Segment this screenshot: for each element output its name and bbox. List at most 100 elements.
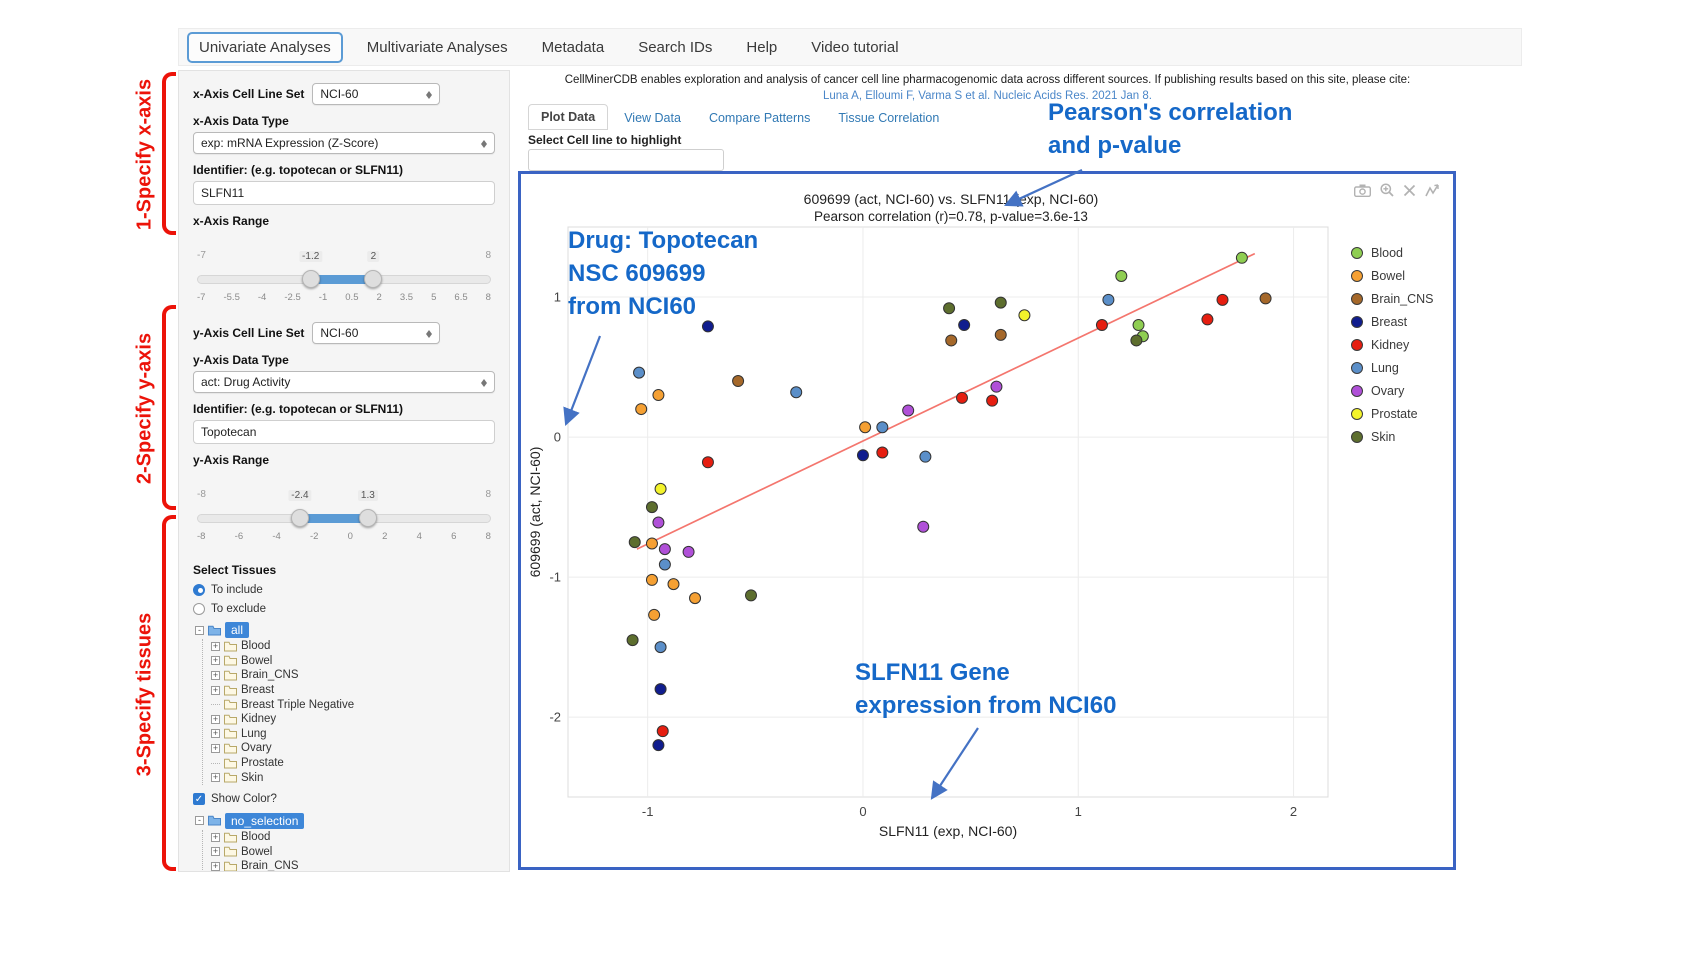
- data-point-ovary[interactable]: [991, 381, 1002, 392]
- y-identifier-input[interactable]: [193, 420, 495, 444]
- data-point-breast[interactable]: [655, 684, 666, 695]
- expand-icon[interactable]: +: [211, 847, 220, 856]
- collapse-icon[interactable]: -: [195, 816, 204, 825]
- expand-icon[interactable]: +: [211, 642, 220, 651]
- expand-icon[interactable]: +: [211, 656, 220, 665]
- nav-item-search-ids[interactable]: Search IDs: [628, 34, 722, 61]
- data-point-lung[interactable]: [659, 559, 670, 570]
- nav-item-video-tutorial[interactable]: Video tutorial: [801, 34, 908, 61]
- data-point-skin[interactable]: [746, 590, 757, 601]
- tab-compare-patterns[interactable]: Compare Patterns: [697, 106, 822, 130]
- x-data-type-select[interactable]: exp: mRNA Expression (Z-Score): [193, 132, 495, 154]
- data-point-bowel[interactable]: [668, 579, 679, 590]
- data-point-bowel[interactable]: [653, 390, 664, 401]
- data-point-brain-cns[interactable]: [1260, 293, 1271, 304]
- data-point-bowel[interactable]: [636, 404, 647, 415]
- x-identifier-input[interactable]: [193, 181, 495, 205]
- y-axis-range-slider[interactable]: -88-2.41.3-8-6-4-202468: [197, 489, 491, 549]
- data-point-ovary[interactable]: [903, 405, 914, 416]
- data-point-lung[interactable]: [655, 642, 666, 653]
- nav-item-univariate-analyses[interactable]: Univariate Analyses: [187, 32, 343, 63]
- data-point-breast[interactable]: [653, 740, 664, 751]
- legend-item-blood[interactable]: Blood: [1351, 246, 1434, 260]
- pan-icon[interactable]: [1403, 184, 1416, 197]
- collapse-icon[interactable]: -: [195, 626, 204, 635]
- legend-item-ovary[interactable]: Ovary: [1351, 384, 1434, 398]
- expand-icon[interactable]: +: [211, 833, 220, 842]
- expand-icon[interactable]: +: [211, 862, 220, 871]
- data-point-kidney[interactable]: [1217, 294, 1228, 305]
- data-point-blood[interactable]: [1236, 252, 1247, 263]
- legend-item-bowel[interactable]: Bowel: [1351, 269, 1434, 283]
- data-point-blood[interactable]: [1133, 320, 1144, 331]
- data-point-prostate[interactable]: [1019, 310, 1030, 321]
- tissue-node-blood[interactable]: +Blood: [211, 639, 495, 654]
- data-point-lung[interactable]: [920, 451, 931, 462]
- x-axis-range-slider[interactable]: -78-1.22-7-5.5-4-2.5-10.523.556.58: [197, 250, 491, 310]
- slider-handle-low[interactable]: [291, 509, 309, 527]
- expand-icon[interactable]: +: [211, 773, 220, 782]
- citation-link[interactable]: Luna A, Elloumi F, Varma S et al. Nuclei…: [520, 90, 1455, 102]
- radio-to-exclude[interactable]: To exclude: [193, 600, 495, 617]
- legend-item-prostate[interactable]: Prostate: [1351, 407, 1434, 421]
- x-cell-line-set-select[interactable]: NCI-60: [312, 83, 440, 105]
- tissue-node-breast[interactable]: +Breast: [211, 683, 495, 698]
- data-point-bowel[interactable]: [646, 538, 657, 549]
- data-point-ovary[interactable]: [918, 521, 929, 532]
- data-point-kidney[interactable]: [657, 726, 668, 737]
- data-point-lung[interactable]: [1103, 294, 1114, 305]
- data-point-skin[interactable]: [629, 537, 640, 548]
- tissue-node-skin[interactable]: +Skin: [211, 770, 495, 785]
- legend-item-lung[interactable]: Lung: [1351, 361, 1434, 375]
- data-point-ovary[interactable]: [659, 544, 670, 555]
- data-point-lung[interactable]: [877, 422, 888, 433]
- data-point-kidney[interactable]: [1202, 314, 1213, 325]
- data-point-lung[interactable]: [791, 387, 802, 398]
- highlight-cell-line-input[interactable]: [528, 149, 724, 171]
- data-point-kidney[interactable]: [1096, 320, 1107, 331]
- data-point-breast[interactable]: [959, 320, 970, 331]
- nav-item-metadata[interactable]: Metadata: [532, 34, 615, 61]
- autoscale-icon[interactable]: [1425, 184, 1439, 197]
- y-cell-line-set-select[interactable]: NCI-60: [312, 322, 440, 344]
- expand-icon[interactable]: +: [211, 715, 220, 724]
- slider-handle-low[interactable]: [302, 270, 320, 288]
- data-point-kidney[interactable]: [956, 392, 967, 403]
- tab-plot-data[interactable]: Plot Data: [528, 104, 608, 130]
- tissue-node-breast-triple-negative[interactable]: Breast Triple Negative: [211, 697, 495, 712]
- legend-item-skin[interactable]: Skin: [1351, 430, 1434, 444]
- data-point-kidney[interactable]: [987, 395, 998, 406]
- slider-handle-high[interactable]: [364, 270, 382, 288]
- expand-icon[interactable]: +: [211, 729, 220, 738]
- data-point-skin[interactable]: [1131, 335, 1142, 346]
- data-point-lung[interactable]: [634, 367, 645, 378]
- data-point-brain-cns[interactable]: [733, 376, 744, 387]
- y-data-type-select[interactable]: act: Drug Activity: [193, 371, 495, 393]
- data-point-ovary[interactable]: [683, 546, 694, 557]
- data-point-skin[interactable]: [646, 502, 657, 513]
- tree-root-all[interactable]: - all: [195, 621, 495, 639]
- data-point-blood[interactable]: [1116, 271, 1127, 282]
- data-point-skin[interactable]: [995, 297, 1006, 308]
- data-point-brain-cns[interactable]: [946, 335, 957, 346]
- data-point-breast[interactable]: [857, 450, 868, 461]
- show-color-checkbox-row[interactable]: ✓ Show Color?: [193, 791, 495, 808]
- expand-icon[interactable]: +: [211, 671, 220, 680]
- legend-item-breast[interactable]: Breast: [1351, 315, 1434, 329]
- tissue-node-lung[interactable]: +Lung: [211, 727, 495, 742]
- tissue-node-bowel[interactable]: +Bowel: [211, 654, 495, 669]
- tissue-node-bowel[interactable]: +Bowel: [211, 845, 495, 860]
- tissue-node-brain-cns[interactable]: +Brain_CNS: [211, 859, 495, 872]
- data-point-skin[interactable]: [944, 303, 955, 314]
- tissue-node-prostate[interactable]: Prostate: [211, 756, 495, 771]
- data-point-brain-cns[interactable]: [995, 329, 1006, 340]
- zoom-in-icon[interactable]: [1380, 183, 1394, 197]
- data-point-bowel[interactable]: [860, 422, 871, 433]
- legend-item-kidney[interactable]: Kidney: [1351, 338, 1434, 352]
- tissue-node-brain-cns[interactable]: +Brain_CNS: [211, 668, 495, 683]
- tree-root-no-selection[interactable]: - no_selection: [195, 812, 495, 830]
- radio-to-include[interactable]: To include: [193, 581, 495, 598]
- data-point-bowel[interactable]: [690, 593, 701, 604]
- tab-tissue-correlation[interactable]: Tissue Correlation: [826, 106, 951, 130]
- expand-icon[interactable]: +: [211, 686, 220, 695]
